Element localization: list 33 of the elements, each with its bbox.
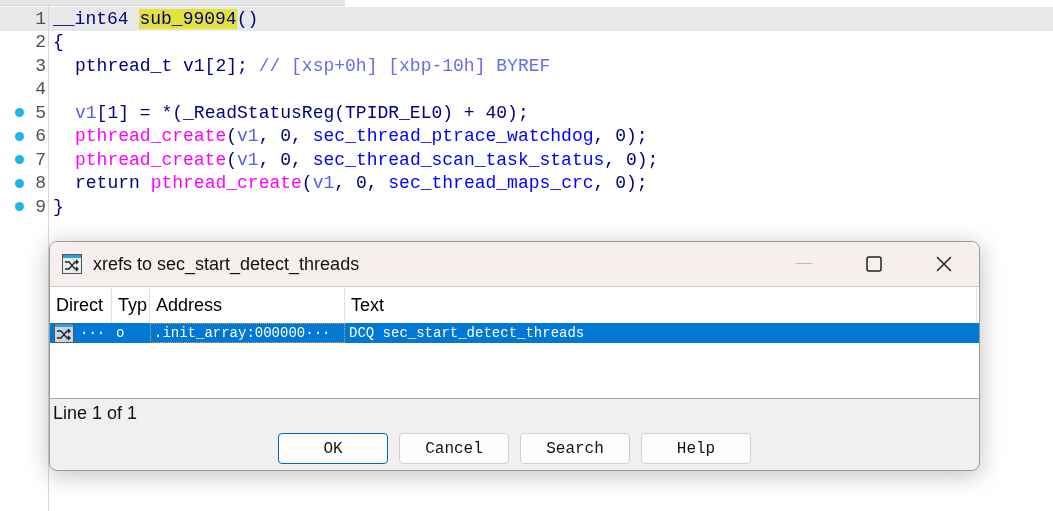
- line-number: 4: [34, 79, 46, 100]
- code-line: v1[1] = *(_ReadStatusReg(TPIDR_EL0) + 40);: [75, 102, 529, 123]
- status-text: Line 1 of 1: [52, 402, 139, 425]
- close-icon: [936, 256, 952, 272]
- table-cell: o: [116, 325, 125, 341]
- dialog-button[interactable]: OK: [278, 433, 388, 464]
- table-cell: ···: [80, 325, 106, 341]
- table-cell: DCQ sec_start_detect_threads: [349, 325, 585, 341]
- maximize-icon: [866, 256, 882, 272]
- table-row[interactable]: ··· o .init_array:000000··· DCQ sec_start_detect_threads: [50, 323, 979, 343]
- code-line: }: [53, 196, 64, 217]
- line-number: 6: [34, 126, 46, 147]
- xref-icon: [62, 254, 82, 274]
- line-number: 1: [34, 8, 46, 29]
- code-line: pthread_create(v1, 0, sec_thread_scan_task_status, 0);: [75, 149, 659, 170]
- window-title: xrefs to sec_start_detect_threads: [93, 253, 361, 275]
- code-line: pthread_t v1[2]; // [xsp+0h] [xbp-10h] BYREF: [75, 55, 551, 76]
- line-number: 3: [34, 55, 46, 76]
- table-cell: .init_array:000000···: [154, 325, 331, 341]
- line-number: 5: [34, 102, 46, 123]
- line-number: 7: [34, 149, 46, 170]
- xref-icon: [54, 323, 74, 343]
- code-line: {: [53, 32, 64, 53]
- line-number: 8: [34, 173, 46, 194]
- minimize-icon: [796, 263, 812, 265]
- code-line: return pthread_create(v1, 0, sec_thread_maps_crc, 0);: [75, 173, 648, 194]
- line-number: 2: [34, 32, 46, 53]
- dialog-button[interactable]: Help: [641, 433, 751, 464]
- code-line: __int64 sub_99094(): [53, 8, 259, 29]
- line-number: 9: [34, 196, 46, 217]
- code-line: pthread_create(v1, 0, sec_thread_ptrace_watchdog, 0);: [75, 126, 648, 147]
- dialog-button[interactable]: Search: [520, 433, 630, 464]
- dialog-button[interactable]: Cancel: [399, 433, 509, 464]
